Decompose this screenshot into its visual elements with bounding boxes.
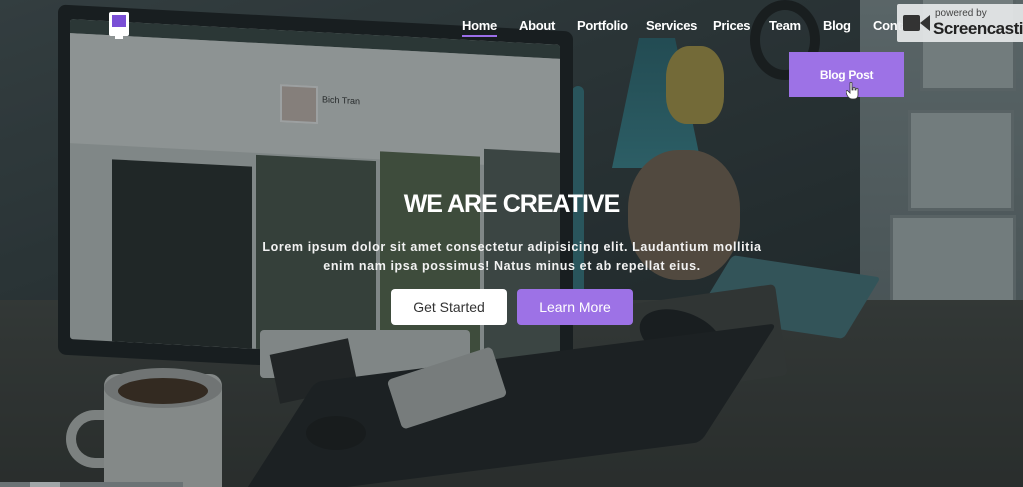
nav-item-services[interactable]: Services	[646, 18, 697, 33]
hero-subtitle: Lorem ipsum dolor sit amet consectetur a…	[250, 238, 774, 276]
horizontal-scrollbar[interactable]	[0, 482, 183, 487]
screencastify-icon	[903, 12, 931, 34]
nav-item-about[interactable]: About	[519, 18, 555, 33]
nav-item-home[interactable]: Home	[462, 18, 497, 37]
learn-more-button[interactable]: Learn More	[517, 289, 633, 325]
hero-subtitle-line: Lorem ipsum dolor sit amet consectetur a…	[262, 240, 762, 254]
hero-subtitle-line: enim nam ipsa possimus! Natus minus et a…	[323, 259, 701, 273]
nav-item-blog[interactable]: Blog	[823, 18, 851, 33]
hero-section: Bich Tran Home About Portfolio Services …	[0, 0, 1023, 487]
screencastify-watermark: powered by Screencastif	[897, 4, 1023, 42]
monitor-logo-icon[interactable]	[106, 10, 132, 40]
nav-item-team[interactable]: Team	[769, 18, 801, 33]
hand-pointer-icon	[845, 81, 860, 100]
get-started-button[interactable]: Get Started	[391, 289, 507, 325]
nav-item-prices[interactable]: Prices	[713, 18, 751, 33]
nav-item-portfolio[interactable]: Portfolio	[577, 18, 628, 33]
hero-title: WE ARE CREATIVE	[403, 190, 621, 218]
scrollbar-thumb[interactable]	[30, 482, 60, 487]
watermark-brand: Screencastif	[933, 19, 1023, 38]
watermark-caption: powered by	[935, 8, 987, 19]
